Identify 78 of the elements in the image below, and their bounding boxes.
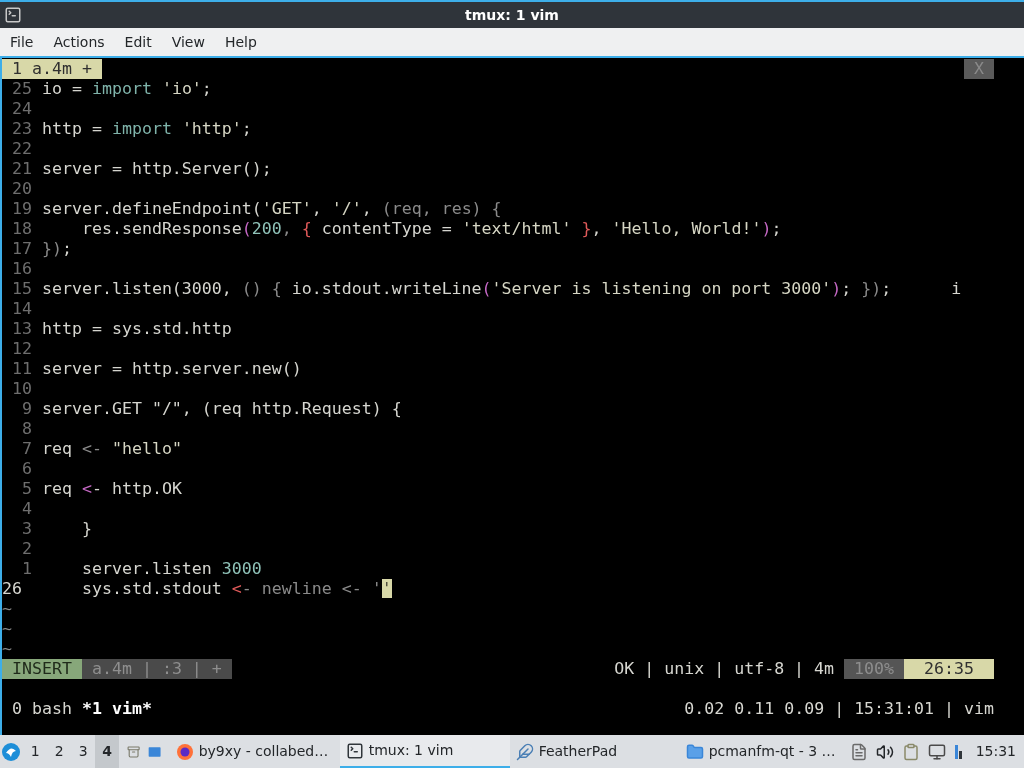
clipboard-icon[interactable] (901, 742, 920, 761)
line-number: 10 (11, 379, 32, 399)
line-number: 13 (11, 319, 32, 339)
menu-item[interactable]: Edit (116, 31, 160, 53)
line-number: 15 (11, 279, 32, 299)
tmux-status: 0.02 0.11 0.09 | 15:31:01 | vim (684, 699, 994, 719)
desktop-switch-button[interactable]: 3 (71, 735, 96, 768)
line-number: 4 (21, 499, 32, 519)
code-line: } (80, 519, 92, 539)
menu-item[interactable]: View (163, 31, 213, 53)
desktop-switch-button[interactable]: 4 (95, 735, 120, 768)
code-line: res.sendResponse(200, { contentType = 'text/html' }, 'Hello, World!'); (80, 219, 782, 239)
line-number: 3 (21, 519, 32, 539)
code-line: sys.std.stdout <- newline <- '' (80, 579, 392, 599)
feather-icon (515, 742, 534, 761)
line-number: 17 (11, 239, 32, 259)
line-number: 6 (21, 459, 32, 479)
code-line: server.defineEndpoint('GET', '/', (req, res) { (42, 199, 502, 219)
line-number: 25 (11, 79, 32, 99)
file-info: a.4m | :3 | + (81, 659, 232, 679)
file-format-info: OK | unix | utf-8 | 4m (613, 659, 836, 679)
empty-line-tilde: ~ (2, 639, 12, 658)
line-number: 12 (11, 339, 32, 359)
code-line: server = http.Server(); (42, 159, 272, 179)
line-number: 20 (11, 179, 32, 199)
line-number: 24 (11, 99, 32, 119)
terminal-icon (4, 6, 22, 24)
folder-icon (685, 742, 704, 761)
taskbar-task[interactable]: by9xy - collabed… (169, 735, 340, 768)
line-number: 7 (21, 439, 32, 459)
code-line: server.listen(3000, () { io.stdout.writeLine('Server is listening on port 3000'); }); i (42, 279, 962, 299)
menu-item[interactable]: Actions (45, 31, 113, 53)
line-number: 26 (2, 579, 23, 599)
menu-item[interactable]: Help (216, 31, 265, 53)
taskbar-task[interactable]: pcmanfm-qt - 3 … (679, 735, 850, 768)
code-line: }); (42, 239, 72, 259)
clock[interactable]: 15:31 (975, 741, 1016, 762)
window-title: tmux: 1 vim (465, 5, 559, 25)
menu-item[interactable]: File (2, 31, 42, 53)
power-indicator-icon[interactable] (953, 742, 964, 761)
terminal-icon (345, 741, 364, 760)
mode-indicator: INSERT (2, 659, 82, 679)
line-number: 8 (21, 419, 32, 439)
document-icon[interactable] (849, 742, 868, 761)
speaker-icon[interactable] (875, 742, 894, 761)
desktop-switch-button[interactable]: 2 (47, 735, 72, 768)
network-icon[interactable] (927, 742, 946, 761)
line-number: 16 (11, 259, 32, 279)
line-number: 9 (21, 399, 32, 419)
line-number: 14 (11, 299, 32, 319)
code-line: http = import 'http'; (42, 119, 252, 139)
line-number: 22 (11, 139, 32, 159)
scroll-percent: 100% (844, 659, 905, 679)
empty-line-tilde: ~ (2, 599, 12, 618)
code-line: io = import 'io'; (42, 79, 212, 99)
line-number: 2 (21, 539, 32, 559)
vim-tab[interactable]: 1 a.4m + (2, 59, 102, 79)
desktop-switch-button[interactable]: 1 (23, 735, 48, 768)
line-number: 11 (11, 359, 32, 379)
line-number: 19 (11, 199, 32, 219)
tmux-window[interactable]: *1 vim* (81, 699, 152, 719)
code-line: http = sys.std.http (42, 319, 232, 339)
tmux-window[interactable]: 0 bash (12, 699, 72, 719)
line-number: 1 (21, 559, 32, 579)
globe-icon (175, 742, 194, 761)
code-line: req <- "hello" (42, 439, 182, 459)
taskbar-task[interactable]: FeatherPad (509, 735, 680, 768)
taskbar-task[interactable]: tmux: 1 vim (339, 735, 510, 768)
code-line: server = http.server.new() (42, 359, 302, 379)
line-number: 18 (11, 219, 32, 239)
code-line: req <- http.OK (42, 479, 182, 499)
line-number: 23 (11, 119, 32, 139)
cursor-position: 26:35 (904, 659, 994, 679)
code-line: server.listen 3000 (80, 559, 262, 579)
line-number: 21 (11, 159, 32, 179)
empty-line-tilde: ~ (2, 619, 12, 638)
line-number: 5 (21, 479, 32, 499)
code-line: server.GET "/", (req http.Request) { (42, 399, 402, 419)
